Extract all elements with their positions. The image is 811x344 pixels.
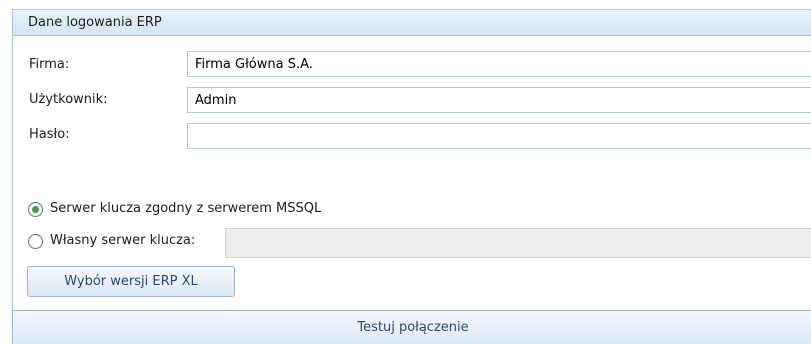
custom-key-server-input <box>225 228 811 258</box>
radio-unselected-icon[interactable] <box>28 234 43 249</box>
erp-version-button[interactable]: Wybór wersji ERP XL <box>27 266 235 297</box>
erp-login-panel: Dane logowania ERP Firma: Użytkownik: Ha… <box>12 9 811 344</box>
haslo-input[interactable] <box>187 123 811 149</box>
uzytkownik-input[interactable] <box>187 87 811 113</box>
firma-label: Firma: <box>29 57 70 72</box>
uzytkownik-label: Użytkownik: <box>29 92 108 107</box>
radio-mssql-label: Serwer klucza zgodny z serwerem MSSQL <box>50 201 322 216</box>
radio-custom-label: Własny serwer klucza: <box>50 233 196 248</box>
haslo-label: Hasło: <box>29 127 70 142</box>
firma-input[interactable] <box>187 51 811 77</box>
panel-title: Dane logowania ERP <box>28 15 162 30</box>
radio-selected-icon[interactable] <box>28 202 43 217</box>
test-connection-button[interactable]: Testuj połączenie <box>12 310 811 344</box>
panel-header: Dane logowania ERP <box>13 10 811 36</box>
